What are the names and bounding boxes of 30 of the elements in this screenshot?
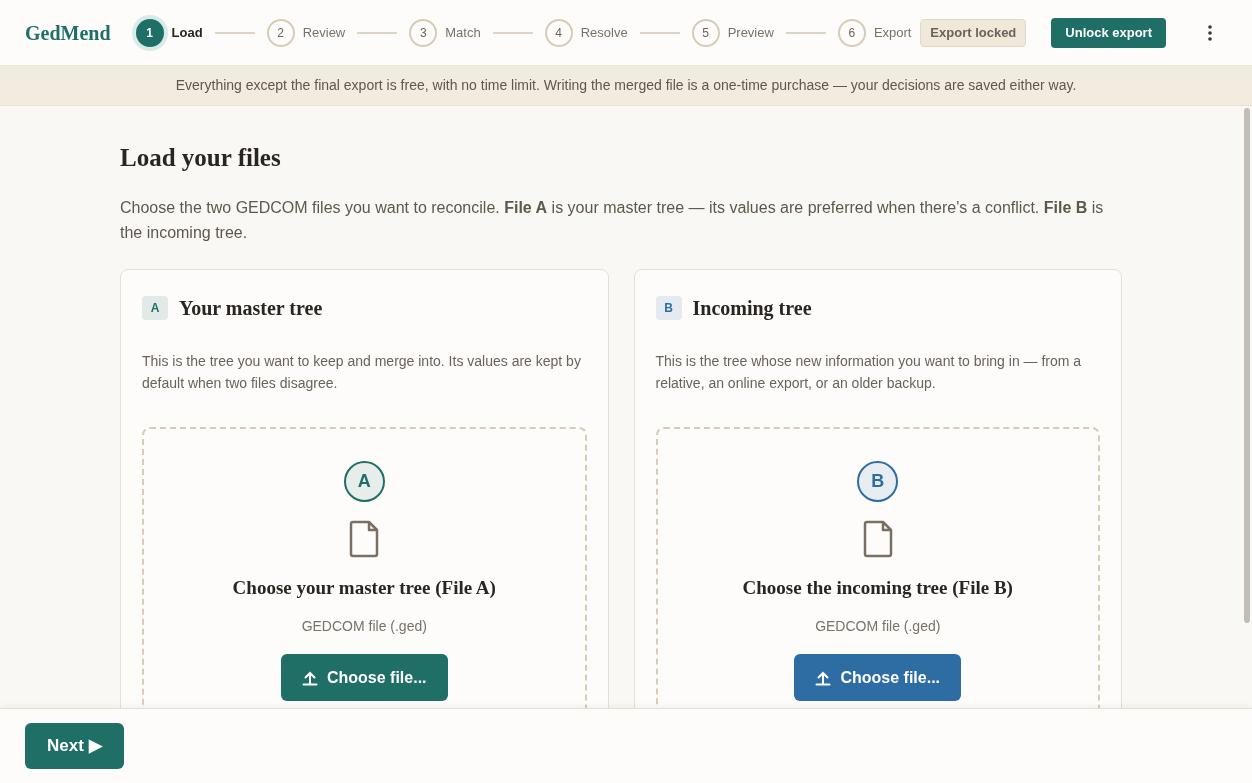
- drop-title: Choose the incoming tree (File B): [742, 575, 1013, 600]
- export-status-badge: Export locked: [920, 18, 1027, 47]
- page-title: Load your files: [120, 143, 282, 173]
- file-type-hint: GEDCOM file (.ged): [301, 617, 427, 636]
- file-badge: B: [655, 295, 682, 320]
- more-options-icon[interactable]: [1208, 24, 1212, 41]
- step-tab[interactable]: 3 Match: [409, 18, 481, 47]
- document-icon: [861, 519, 894, 558]
- step-tab[interactable]: 5 Preview: [691, 18, 774, 47]
- step-tab[interactable]: 4 Resolve: [544, 18, 628, 47]
- file-badge: A: [142, 295, 168, 320]
- step-tab[interactable]: 1 Load: [135, 18, 203, 47]
- upload-icon: [301, 669, 318, 686]
- card-title: Incoming tree: [692, 295, 812, 322]
- choose-file-button[interactable]: Choose file...: [280, 654, 448, 701]
- unlock-export-button[interactable]: Unlock export: [1051, 17, 1166, 48]
- card-title: Your master tree: [179, 295, 323, 321]
- upload-icon: [815, 669, 832, 686]
- step-tab[interactable]: 2 Review: [266, 18, 346, 47]
- card-description: This is the tree you want to keep and merge into. Its values are kept by default when two files disagree.: [142, 351, 582, 393]
- app-logo[interactable]: GedMend: [25, 17, 111, 48]
- step-tab[interactable]: 6 Export: [837, 18, 912, 47]
- choose-file-button[interactable]: Choose file...: [794, 654, 962, 701]
- file-type-hint: GEDCOM file (.ged): [815, 617, 941, 636]
- card-description: This is the tree whose new information you want to bring in — from a relative, an online export, or an older backup.: [655, 351, 1083, 393]
- document-icon: [348, 519, 381, 558]
- drop-title: Choose your master tree (File A): [232, 575, 496, 600]
- intro-text: Choose the two GEDCOM files you want to reconcile. File A is your master tree — its values are preferred when there's a conflict. File B is the incoming tree.: [120, 197, 1105, 243]
- info-banner: Everything except the final export is free, with no time limit. Writing the merged file is a one-time purchase — your decisions are saved either way.: [0, 66, 1252, 106]
- next-button[interactable]: Next ▶: [25, 723, 124, 769]
